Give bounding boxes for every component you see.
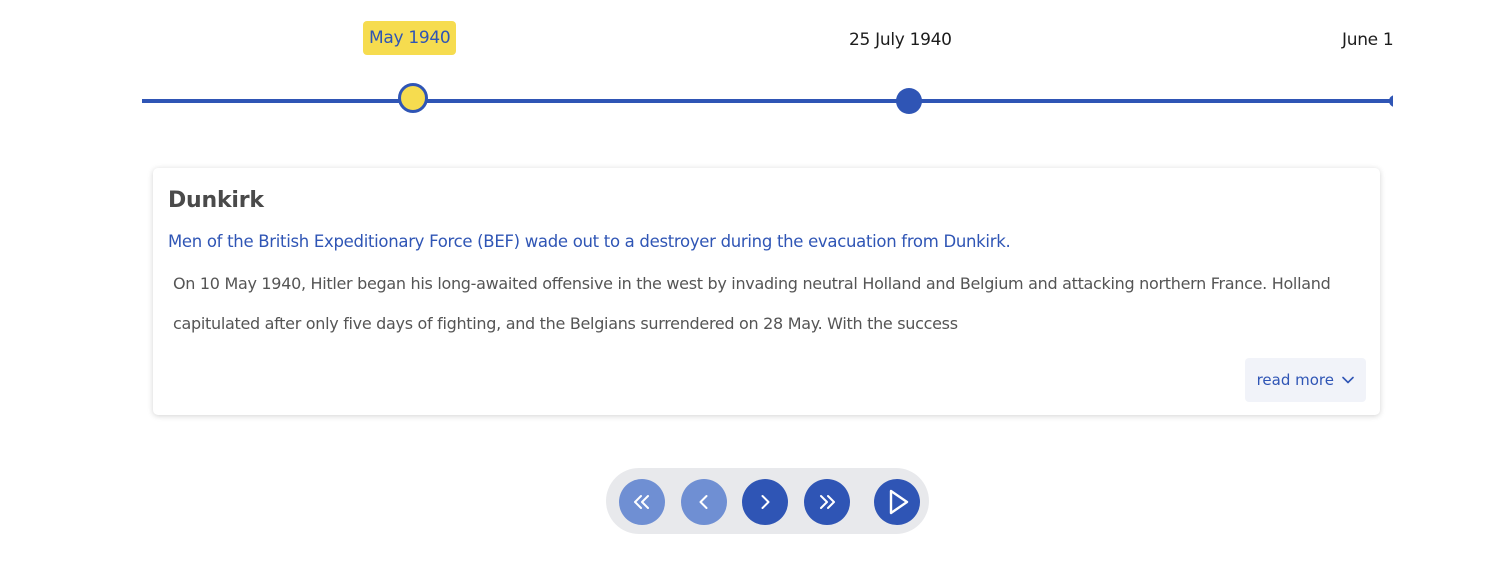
timeline-date-label-1[interactable]: May 1940 xyxy=(363,21,457,55)
event-description: On 10 May 1940, Hitler began his long-aw… xyxy=(173,274,1331,333)
previous-button[interactable] xyxy=(681,479,727,525)
play-icon xyxy=(874,479,920,525)
timeline-line xyxy=(142,99,1393,103)
timeline-date-label-2[interactable]: 25 July 1940 xyxy=(849,30,952,50)
event-subtitle: Men of the British Expeditionary Force (… xyxy=(168,232,1011,251)
timeline: May 1940 25 July 1940 June 1941 xyxy=(142,0,1393,140)
play-button[interactable] xyxy=(874,479,920,525)
timeline-date-label-3[interactable]: June 1941 xyxy=(1342,30,1393,50)
timeline-controls xyxy=(606,468,929,534)
timeline-marker-active[interactable] xyxy=(398,83,428,113)
chevron-right-icon xyxy=(759,494,771,510)
timeline-marker[interactable] xyxy=(1389,95,1393,107)
event-title: Dunkirk xyxy=(168,188,264,213)
last-button[interactable] xyxy=(804,479,850,525)
timeline-marker[interactable] xyxy=(896,88,922,114)
first-button[interactable] xyxy=(619,479,665,525)
double-chevron-right-icon xyxy=(817,494,837,510)
chevron-left-icon xyxy=(698,494,710,510)
next-button[interactable] xyxy=(742,479,788,525)
event-card: Dunkirk Men of the British Expeditionary… xyxy=(153,168,1380,415)
read-more-label: read more xyxy=(1256,371,1334,389)
chevron-down-icon xyxy=(1342,376,1354,384)
double-chevron-left-icon xyxy=(632,494,652,510)
read-more-button[interactable]: read more xyxy=(1244,358,1366,402)
